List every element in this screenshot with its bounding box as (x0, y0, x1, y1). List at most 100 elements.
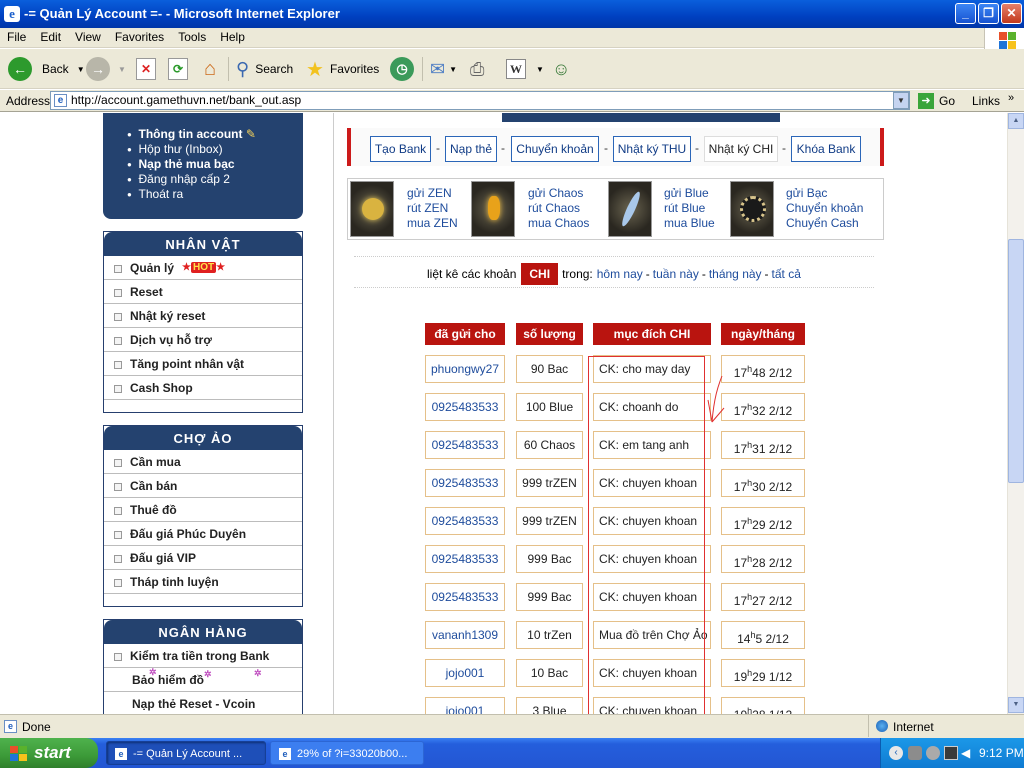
globe-icon (876, 720, 888, 732)
date-cell: 14h5 2/12 (721, 621, 805, 649)
date-cell: 17h30 2/12 (721, 469, 805, 497)
address-dropdown-button[interactable]: ▼ (893, 92, 909, 109)
recipient-cell[interactable]: phuongwy27 (425, 355, 505, 383)
menu-favorites[interactable]: Favorites (108, 28, 171, 44)
recipient-cell[interactable]: jojo001 (425, 659, 505, 687)
search-icon: ⚲ (236, 58, 250, 79)
menu-file[interactable]: File (0, 28, 33, 44)
mail-button[interactable]: ✉ ▼ (430, 55, 457, 83)
purpose-cell: CK: chuyen khoan (593, 697, 711, 714)
stop-button[interactable]: ✕ (136, 55, 156, 83)
scroll-up-button[interactable]: ▲ (1008, 113, 1024, 129)
scroll-thumb[interactable] (1008, 239, 1024, 483)
ie-logo-icon: e (4, 6, 20, 22)
recipient-cell[interactable]: 0925483533 (425, 431, 505, 459)
quantity-cell: 10 trZen (516, 621, 583, 649)
menu-help[interactable]: Help (213, 28, 252, 44)
purpose-cell: CK: choanh do (593, 393, 711, 421)
recipient-cell[interactable]: 0925483533 (425, 545, 505, 573)
history-button[interactable]: ◷ (390, 55, 414, 83)
chevron-down-icon: ▼ (76, 64, 85, 74)
restore-button[interactable]: ❐ (978, 3, 999, 24)
print-button[interactable]: ⎙ (470, 55, 484, 83)
quantity-cell: 100 Blue (516, 393, 583, 421)
tray-arrow-icon[interactable]: ‹ (889, 746, 903, 760)
date-cell: 17h31 2/12 (721, 431, 805, 459)
chevron-right-icon: » (1008, 92, 1015, 104)
quantity-cell: 999 trZEN (516, 507, 583, 535)
refresh-button[interactable]: ⟳ (168, 55, 188, 83)
quantity-cell: 999 trZEN (516, 469, 583, 497)
menu-tools[interactable]: Tools (171, 28, 213, 44)
purpose-cell: CK: chuyen khoan (593, 545, 711, 573)
windows-flag-icon (10, 746, 28, 762)
purpose-cell: CK: cho may day (593, 355, 711, 383)
tray-app-icon[interactable] (926, 746, 940, 760)
system-tray: ‹ ◀ 9:12 PM (880, 738, 1024, 768)
purpose-cell: CK: em tang anh (593, 431, 711, 459)
edit-button[interactable]: W ▼ (506, 55, 544, 83)
title-bar: e -= Quản Lý Account =- - Microsoft Inte… (0, 0, 1024, 28)
purpose-cell: CK: chuyen khoan (593, 659, 711, 687)
messenger-button[interactable]: ☺ (552, 55, 570, 83)
links-button[interactable]: Links (972, 94, 1000, 108)
recipient-cell[interactable]: 0925483533 (425, 507, 505, 535)
speaker-icon[interactable]: ◀ (961, 746, 970, 760)
quantity-cell: 999 Bac (516, 583, 583, 611)
address-input[interactable]: e http://account.gamethuvn.net/bank_out.… (50, 91, 910, 110)
recipient-cell[interactable]: 0925483533 (425, 583, 505, 611)
close-button[interactable]: ✕ (1001, 3, 1022, 24)
start-button[interactable]: start (0, 738, 98, 768)
recipient-cell[interactable]: jojo001 (425, 697, 505, 714)
menu-view[interactable]: View (68, 28, 108, 44)
back-button[interactable]: ← Back ▼ (8, 55, 85, 83)
date-cell: 17h29 2/12 (721, 507, 805, 535)
toolbar: ← Back ▼ → ▼ ✕ ⟳ ⌂ ⚲ Search ★ Favorites … (0, 49, 1024, 89)
stop-icon: ✕ (136, 58, 156, 80)
quantity-cell: 999 Bac (516, 545, 583, 573)
date-cell: 19h29 1/12 (721, 659, 805, 687)
quantity-cell: 3 Blue (516, 697, 583, 714)
quantity-cell: 10 Bac (516, 659, 583, 687)
date-cell: 17h32 2/12 (721, 393, 805, 421)
favorites-button[interactable]: ★ Favorites (306, 55, 379, 83)
search-label: Search (255, 62, 294, 76)
purpose-cell: CK: chuyen khoan (593, 469, 711, 497)
recipient-cell[interactable]: 0925483533 (425, 393, 505, 421)
recipient-cell[interactable]: 0925483533 (425, 469, 505, 497)
purpose-cell: CK: chuyen khoan (593, 507, 711, 535)
taskbar-item-download[interactable]: e 29% of ?i=33020b00... (270, 741, 424, 765)
date-cell: 17h48 2/12 (721, 355, 805, 383)
search-button[interactable]: ⚲ Search (236, 55, 293, 83)
taskbar-item-account[interactable]: e -= Quản Lý Account ... (106, 741, 266, 765)
quantity-cell: 60 Chaos (516, 431, 583, 459)
go-label: Go (939, 94, 956, 108)
forward-button[interactable]: → ▼ (86, 55, 126, 83)
start-label: start (34, 743, 71, 762)
word-icon: W (506, 59, 526, 79)
home-button[interactable]: ⌂ (198, 55, 222, 83)
menu-edit[interactable]: Edit (33, 28, 68, 44)
clock: 9:12 PM (979, 746, 1024, 760)
window-title: -= Quản Lý Account =- - Microsoft Intern… (24, 6, 340, 21)
quantity-cell: 90 Bac (516, 355, 583, 383)
scroll-down-button[interactable]: ▼ (1008, 697, 1024, 713)
chevron-down-icon: ▼ (449, 64, 458, 74)
forward-arrow-icon: → (86, 57, 110, 81)
purpose-cell: Mua đồ trên Chợ Ảo (593, 621, 711, 649)
annotation-scribble-icon (707, 375, 725, 423)
minimize-button[interactable]: _ (955, 3, 976, 24)
purpose-cell: CK: chuyen khoan (593, 583, 711, 611)
transactions-table: phuongwy27 90 Bac CK: cho may day 17h48 2/1… (0, 113, 1007, 714)
printer-icon: ⎙ (470, 58, 485, 79)
tray-app-icon[interactable] (908, 746, 922, 760)
vertical-scrollbar[interactable]: ▲ ▼ (1007, 113, 1024, 714)
chevron-down-icon: ▼ (536, 64, 544, 74)
go-button[interactable]: ➜ Go (918, 93, 955, 109)
page-icon: e (54, 94, 67, 107)
tray-app-icon[interactable] (944, 746, 958, 760)
go-arrow-icon: ➜ (918, 93, 934, 109)
status-text: Done (22, 720, 51, 734)
security-zone: Internet (893, 720, 934, 734)
recipient-cell[interactable]: vananh1309 (425, 621, 505, 649)
